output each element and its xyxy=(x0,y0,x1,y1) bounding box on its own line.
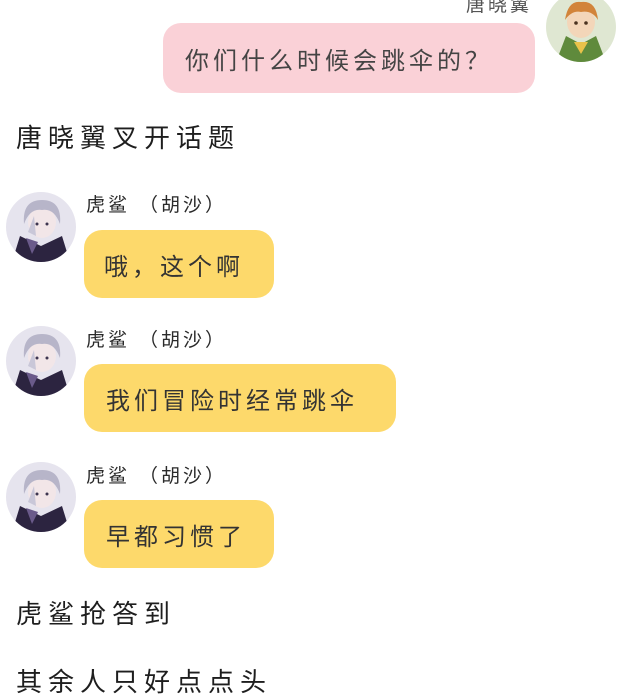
silver-hair-boy-avatar-icon xyxy=(6,462,76,532)
avatar-left[interactable] xyxy=(6,462,76,532)
sender-name-right: 唐晓翼 xyxy=(465,0,532,16)
narration-line: 唐晓翼叉开话题 xyxy=(16,124,241,154)
silver-hair-boy-avatar-icon xyxy=(6,326,76,396)
avatar-right[interactable] xyxy=(546,0,616,62)
avatar-left[interactable] xyxy=(6,192,76,262)
message-bubble-self[interactable]: 你们什么时候会跳伞的？ xyxy=(163,23,535,93)
green-cloak-boy-avatar-icon xyxy=(546,0,616,62)
sender-name-left: 虎鲨 （胡沙） xyxy=(86,465,228,487)
message-bubble-other[interactable]: 我们冒险时经常跳伞 xyxy=(84,364,396,432)
sender-name-left: 虎鲨 （胡沙） xyxy=(86,194,228,216)
message-bubble-other[interactable]: 哦，这个啊 xyxy=(84,230,274,298)
avatar-left[interactable] xyxy=(6,326,76,396)
sender-name-left: 虎鲨 （胡沙） xyxy=(86,329,228,351)
narration-line: 其余人只好点点头 xyxy=(16,668,273,698)
silver-hair-boy-avatar-icon xyxy=(6,192,76,262)
narration-line: 虎鲨抢答到 xyxy=(16,600,177,630)
message-bubble-other[interactable]: 早都习惯了 xyxy=(84,500,274,568)
